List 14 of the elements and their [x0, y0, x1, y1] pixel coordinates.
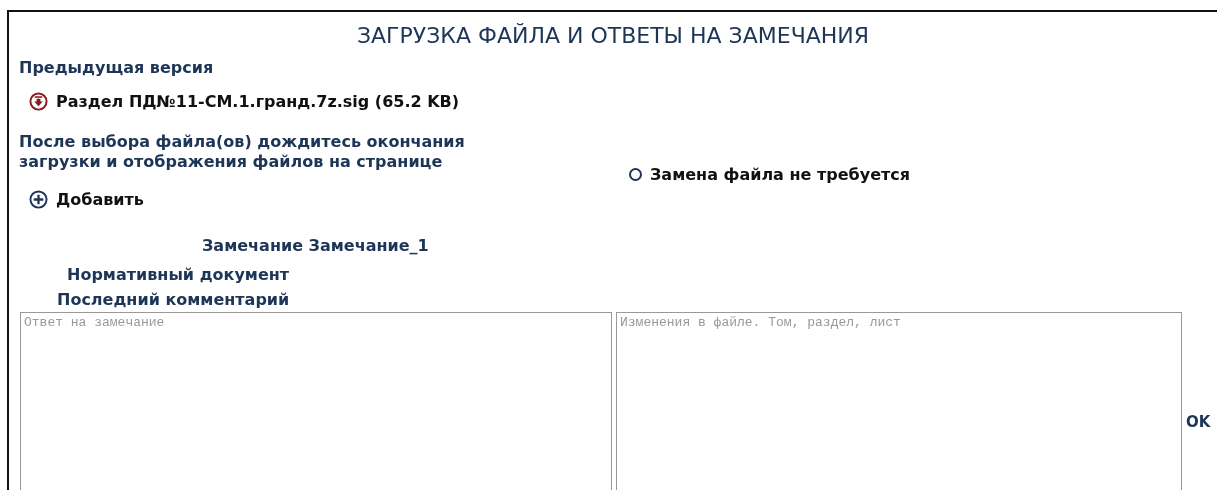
no-replacement-radio[interactable]: Замена файла не требуется	[629, 165, 911, 184]
upload-hint: После выбора файла(ов) дождитесь окончания загрузки и отображения файлов на странице	[19, 132, 466, 172]
ok-button[interactable]: OK	[1186, 413, 1211, 431]
answer-field[interactable]: Ответ на замечание	[20, 312, 612, 490]
remark-title: Замечание Замечание_1	[202, 236, 430, 256]
normative-document-label: Нормативный документ	[67, 265, 291, 285]
section-title: ЗАГРУЗКА ФАЙЛА И ОТВЕТЫ НА ЗАМЕЧАНИЯ	[355, 22, 871, 50]
changes-field[interactable]: Изменения в файле. Том, раздел, лист	[616, 312, 1182, 490]
file-link[interactable]: Раздел ПД№11-СМ.1.гранд.7z.sig (65.2 KB)	[29, 92, 460, 111]
plus-icon	[29, 190, 48, 209]
last-comment-label: Последний комментарий	[57, 290, 291, 310]
previous-version-label: Предыдущая версия	[19, 58, 215, 78]
download-icon	[29, 92, 48, 111]
add-button[interactable]: Добавить	[29, 190, 144, 209]
